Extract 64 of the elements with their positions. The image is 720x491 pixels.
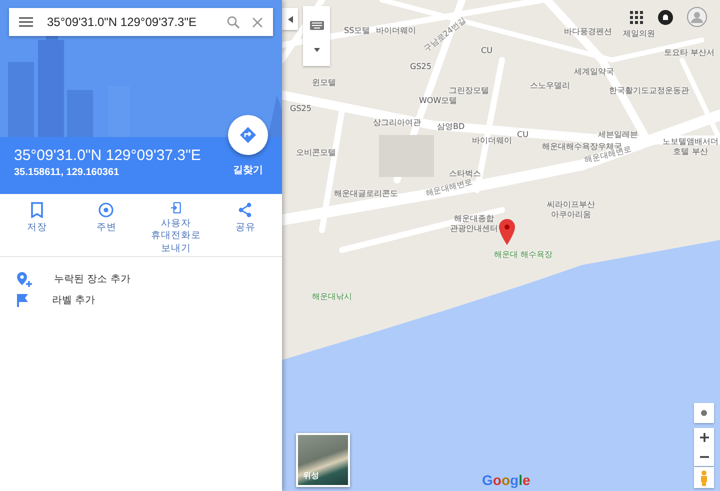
place-label: 윈모텔 <box>312 78 336 88</box>
close-icon[interactable] <box>252 16 263 28</box>
notifications-icon[interactable] <box>658 10 673 25</box>
action-button[interactable]: 사용자 휴대전화로 보내기 <box>141 202 210 256</box>
place-label: GS25 <box>290 104 312 114</box>
keyboard-button[interactable] <box>303 6 330 66</box>
place-label: 토요타 부산서 <box>664 48 715 58</box>
action-button[interactable]: 주변 <box>72 202 141 256</box>
account-avatar-icon[interactable] <box>687 7 707 27</box>
decimal-coordinates: 35.158611, 129.160361 <box>14 167 120 178</box>
collapse-panel-button[interactable] <box>282 8 298 30</box>
bookmark-icon <box>30 202 44 218</box>
zoom-in-button[interactable] <box>694 428 714 447</box>
caret-down-icon <box>314 48 320 52</box>
place-label: 한국활기도교정운동관 <box>609 86 689 96</box>
place-label: 해운대글로리콘도 <box>334 189 398 199</box>
place-label: 해운대낚시 <box>312 292 352 302</box>
place-label: 세계일약국 <box>574 67 614 77</box>
directions-label: 길찾기 <box>233 164 263 177</box>
apps-grid-icon[interactable] <box>630 11 643 24</box>
minus-icon <box>700 456 708 458</box>
place-label: 오비콘모텔 <box>296 148 336 158</box>
place-label: 그린장모텔 <box>449 86 489 96</box>
place-label: 스타벅스 <box>449 169 481 179</box>
plus-icon <box>700 433 708 442</box>
place-label: GS25 <box>410 62 432 72</box>
keyboard-icon <box>310 20 324 30</box>
google-logo: Google <box>482 472 530 488</box>
place-title: 35°09'31.0"N 129°09'37.3"E <box>14 147 201 164</box>
place-label: 스노우델리 <box>530 81 570 91</box>
search-icon[interactable] <box>227 16 240 28</box>
place-label: 세븐일레븐 <box>598 130 638 140</box>
place-label: 바이더웨이 <box>376 26 416 36</box>
caret-left-icon <box>288 16 292 22</box>
place-label: 바이더웨이 <box>472 136 512 146</box>
zoom-out-button[interactable] <box>694 447 714 466</box>
pegman-icon <box>700 470 708 486</box>
place-label: WOW모텔 <box>419 96 458 106</box>
my-location-button[interactable] <box>694 403 714 423</box>
share-icon <box>238 202 252 218</box>
location-marker-icon <box>499 219 515 245</box>
place-label: 해운대 해수욕장 <box>494 250 553 260</box>
phone-icon <box>168 202 183 214</box>
place-label: 해운대종합 관광안내센터 <box>449 214 499 234</box>
satellite-toggle[interactable]: 위성 <box>296 433 350 487</box>
place-label: 바다풍경펜션 <box>564 27 612 37</box>
directions-icon <box>240 127 256 143</box>
menu-link[interactable]: 라벨 추가 <box>16 293 266 307</box>
place-label: CU <box>517 130 528 140</box>
add-pin-icon <box>16 271 32 287</box>
place-label: 상그리아여관 <box>373 118 421 128</box>
menu-icon[interactable] <box>19 17 33 27</box>
menu-link[interactable]: 누락된 장소 추가 <box>16 271 266 287</box>
flag-icon <box>16 293 30 307</box>
place-label: 노보텔앰배서더 호텔 부산 <box>662 137 720 156</box>
place-label: CU <box>481 46 492 56</box>
place-label: 씨라이프부산 아쿠아리움 <box>546 200 596 220</box>
search-bar[interactable]: 35°09'31.0"N 129°09'37.3"E <box>9 8 273 36</box>
place-label: 삼영BD <box>437 122 465 132</box>
action-button[interactable]: 저장 <box>2 202 72 256</box>
place-label: SS모텔 <box>344 26 370 36</box>
location-pin-icon <box>98 202 114 218</box>
action-button[interactable]: 공유 <box>210 202 280 256</box>
place-label: 제일의원 <box>623 29 655 39</box>
